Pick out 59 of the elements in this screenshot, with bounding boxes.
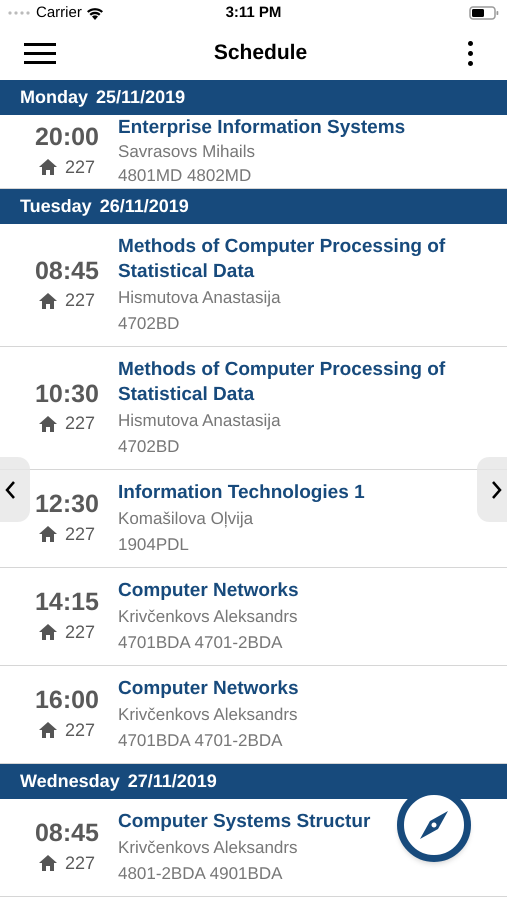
lesson-time: 14:15 bbox=[35, 587, 99, 618]
lesson-title: Enterprise Information Systems bbox=[118, 116, 406, 140]
day-name: Tuesday bbox=[20, 195, 92, 218]
group-codes: 1904PDL bbox=[118, 534, 190, 556]
lesson-time: 16:00 bbox=[35, 685, 99, 716]
group-codes: 4801MD 4802MD bbox=[118, 165, 252, 187]
battery-icon bbox=[469, 6, 499, 20]
teacher-name: Krivčenkovs Aleksandrs bbox=[118, 704, 299, 726]
day-name: Monday bbox=[20, 86, 88, 109]
home-icon bbox=[38, 526, 57, 542]
lesson-title: Methods of Computer Processing of Statistical Data bbox=[118, 235, 446, 284]
teacher-name: Savrasovs Mihails bbox=[118, 141, 256, 163]
lesson-title: Computer Networks bbox=[118, 677, 299, 701]
home-icon bbox=[38, 159, 57, 176]
teacher-name: Krivčenkovs Aleksandrs bbox=[118, 606, 299, 628]
group-codes: 4702BD bbox=[118, 313, 180, 335]
teacher-name: Komašilova Oļvija bbox=[118, 508, 254, 530]
lesson-title: Computer Networks bbox=[118, 579, 299, 603]
screen-title: Schedule bbox=[214, 40, 308, 66]
lesson-time: 20:00 bbox=[35, 122, 99, 154]
home-icon bbox=[38, 855, 57, 872]
home-icon bbox=[38, 292, 57, 309]
next-button[interactable] bbox=[477, 457, 507, 522]
group-codes: 4801-2BDA 4901BDA bbox=[118, 863, 284, 885]
room-number: 227 bbox=[64, 412, 96, 436]
lesson-title: Computer Systems Structur bbox=[118, 810, 370, 834]
room-number: 227 bbox=[64, 289, 96, 312]
menu-button[interactable] bbox=[24, 42, 56, 64]
group-codes: 4702BD bbox=[118, 436, 180, 458]
signal-icon bbox=[8, 11, 32, 15]
teacher-name: Hismutova Anastasija bbox=[118, 410, 282, 432]
previous-button[interactable] bbox=[0, 457, 30, 522]
home-icon bbox=[38, 722, 57, 738]
teacher-name: Hismutova Anastasija bbox=[118, 287, 282, 309]
day-date: 27/11/2019 bbox=[128, 770, 217, 793]
chevron-left-icon bbox=[4, 480, 16, 500]
group-codes: 4701BDA 4701-2BDA bbox=[118, 730, 284, 752]
lesson-time: 08:45 bbox=[35, 818, 99, 850]
room-number: 227 bbox=[64, 522, 96, 546]
lesson-title: Methods of Computer Processing of Statistical Data bbox=[118, 358, 446, 407]
lesson-time: 12:30 bbox=[35, 489, 99, 520]
home-icon bbox=[38, 416, 57, 432]
wifi-icon bbox=[86, 6, 104, 20]
clock-time: 3:11 PM bbox=[226, 2, 282, 23]
lesson-title: Information Technologies 1 bbox=[118, 481, 365, 505]
room-number: 227 bbox=[64, 620, 96, 644]
lesson-time: 10:30 bbox=[35, 378, 99, 410]
lesson-time: 08:45 bbox=[35, 256, 99, 287]
day-date: 25/11/2019 bbox=[96, 86, 186, 109]
day-name: Wednesday bbox=[20, 770, 120, 793]
room-number: 227 bbox=[64, 156, 96, 179]
carrier-label: Carrier bbox=[36, 2, 82, 23]
chevron-right-icon bbox=[491, 480, 503, 500]
group-codes: 4701BDA 4701-2BDA bbox=[118, 632, 284, 654]
room-number: 227 bbox=[64, 852, 96, 875]
home-icon bbox=[38, 624, 57, 640]
teacher-name: Krivčenkovs Aleksandrs bbox=[118, 837, 299, 859]
day-date: 26/11/2019 bbox=[100, 195, 189, 218]
room-number: 227 bbox=[64, 718, 96, 742]
